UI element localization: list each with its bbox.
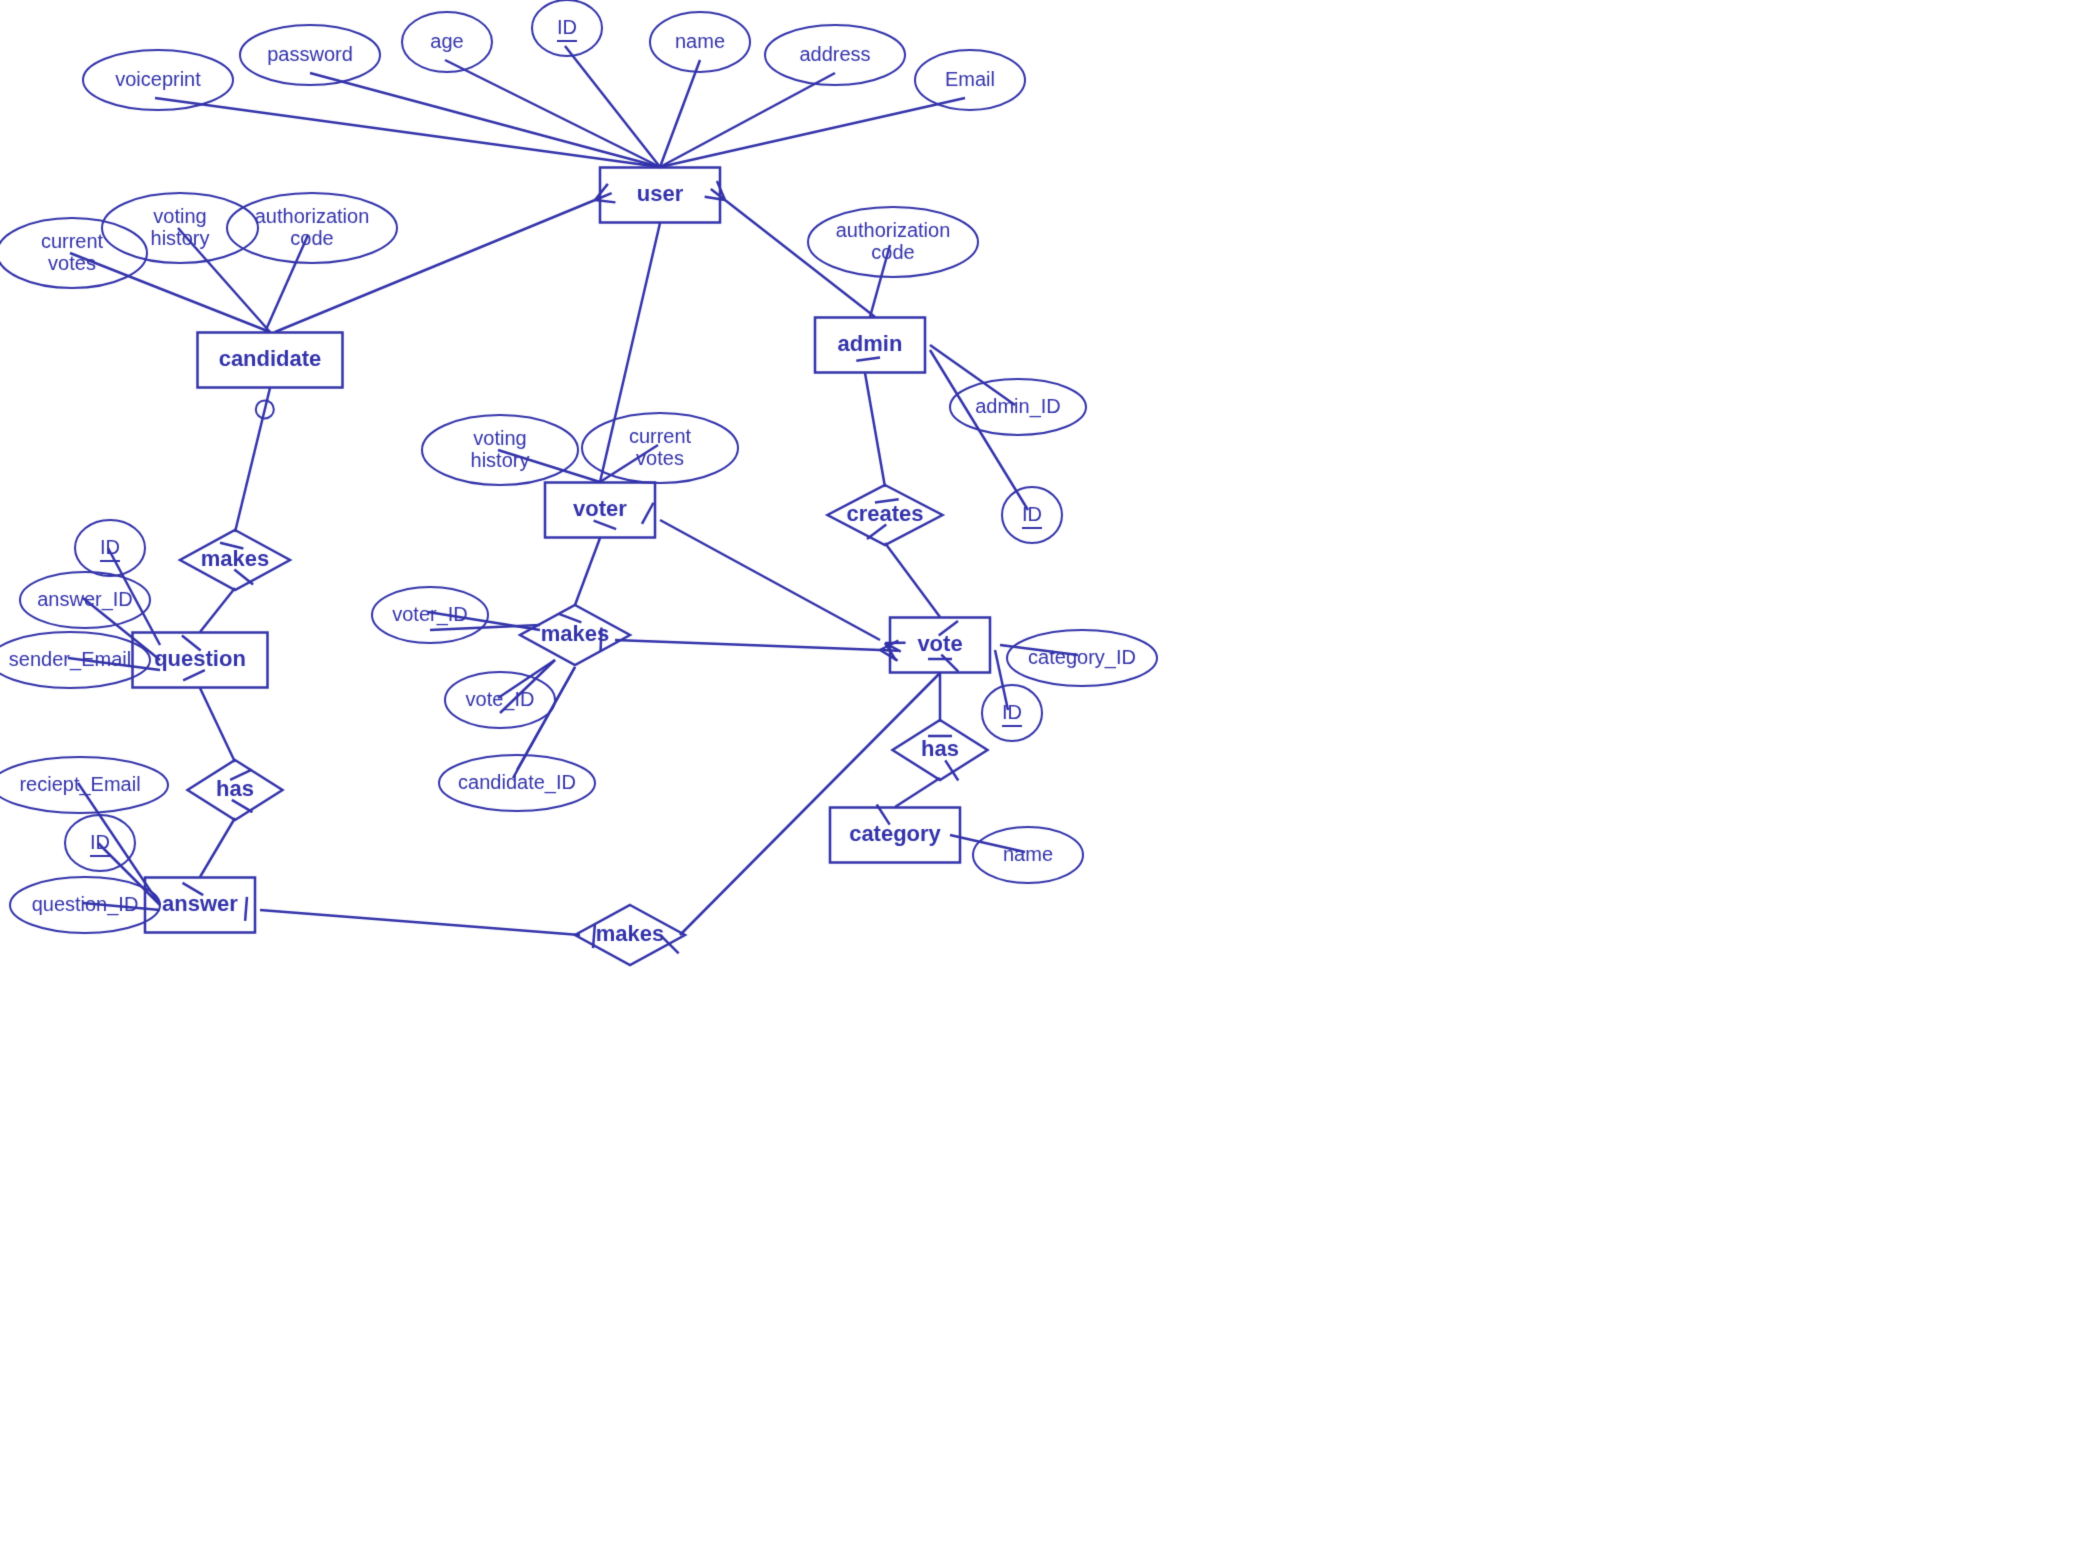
er-diagram-canvas <box>0 0 2090 1566</box>
